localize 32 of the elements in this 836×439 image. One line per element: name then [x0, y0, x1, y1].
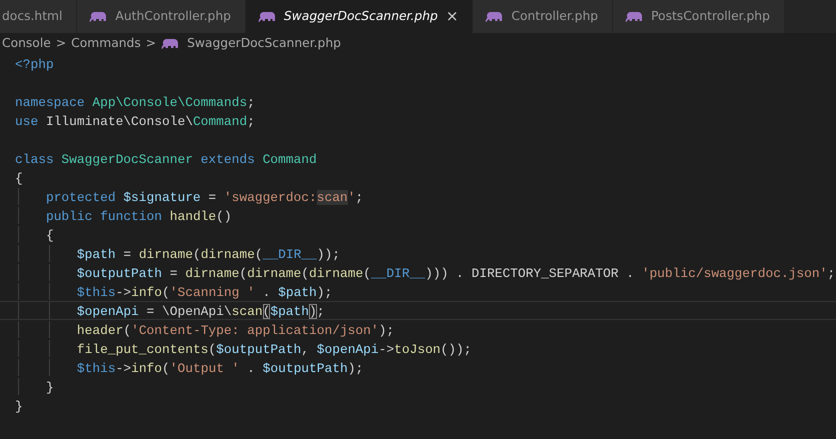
code-line: class SwaggerDocScanner extends Command	[14, 151, 318, 168]
elephant-icon	[258, 10, 276, 22]
editor-tab[interactable]: SwaggerDocScanner.php ×	[246, 0, 474, 33]
elephant-icon	[161, 38, 180, 50]
breadcrumb-item[interactable]: Console	[2, 34, 51, 53]
breadcrumb-item[interactable]: Commands	[71, 34, 141, 53]
code-line: public function handle()	[0, 206, 836, 225]
code-line: {	[14, 170, 24, 187]
elephant-icon	[89, 10, 108, 22]
editor-tab[interactable]: AuthController.php	[77, 0, 246, 33]
code-line: namespace App\Console\Commands;	[14, 94, 256, 111]
code-line: $path = dirname(dirname(__DIR__));	[0, 244, 836, 263]
elephant-icon	[625, 10, 644, 22]
code-line: protected $signature = 'swaggerdoc:scan';	[0, 187, 836, 206]
code-line: header('Content-Type: application/json');	[0, 320, 836, 339]
code-line: $this->info('Output ' . $outputPath);	[0, 358, 836, 377]
code-line: }	[0, 377, 836, 396]
code-line: <?php	[14, 56, 55, 73]
editor-tab[interactable]: PostsController.php	[613, 0, 785, 33]
close-icon[interactable]: ×	[446, 5, 458, 28]
code-line: $this->info('Scanning ' . $path);	[0, 282, 836, 301]
code-line: }	[14, 398, 24, 415]
code-line: use Illuminate\Console\Command;	[14, 113, 256, 130]
breadcrumb-item[interactable]: SwaggerDocScanner.php	[161, 34, 341, 53]
elephant-icon	[485, 10, 504, 22]
code-line: $outputPath = dirname(dirname(dirname(__DIR__))) . DIRECTORY_SEPARATOR . 'public/swaggerdoc.json';	[0, 263, 836, 282]
breadcrumb-separator: >	[56, 35, 66, 52]
editor-tab[interactable]: Controller.php	[473, 0, 614, 33]
breadcrumb-separator: >	[146, 35, 156, 52]
code-line: file_put_contents($outputPath, $openApi->toJson());	[0, 339, 836, 358]
code-line: {	[0, 225, 836, 244]
editor-tab[interactable]: docs.html	[0, 0, 78, 33]
